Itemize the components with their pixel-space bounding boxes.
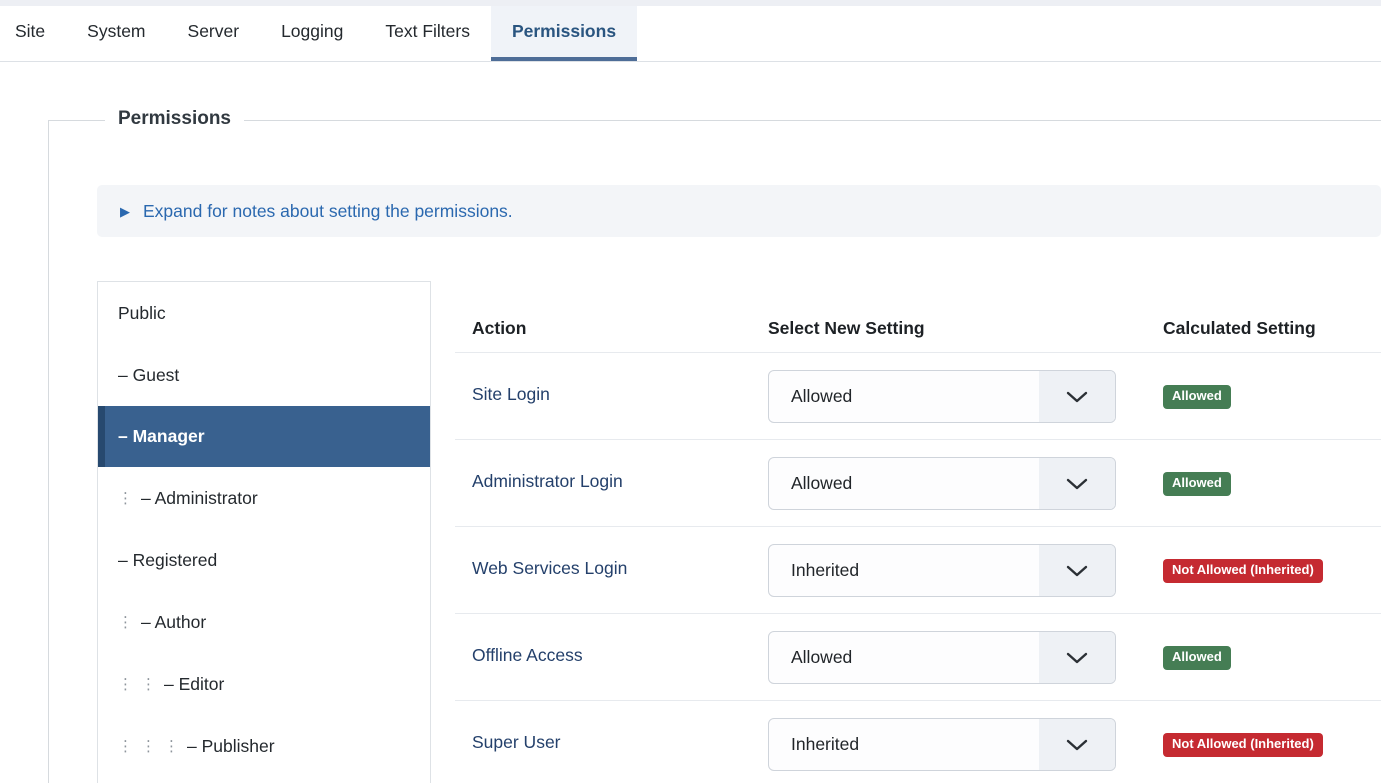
column-header-select-new-setting: Select New Setting: [768, 281, 1163, 352]
group-label: – Publisher: [187, 736, 275, 757]
tab-site[interactable]: Site: [0, 6, 66, 61]
chevron-down-icon: [1039, 719, 1115, 770]
group-label: – Guest: [118, 365, 179, 386]
chevron-down-icon: [1039, 458, 1115, 509]
group-item-administrator[interactable]: ⋮ – Administrator: [98, 467, 430, 529]
new-setting-select[interactable]: Allowed: [768, 457, 1116, 510]
tree-indent-icon: ⋮: [118, 739, 141, 754]
group-item-guest[interactable]: – Guest: [98, 344, 430, 406]
table-row: Offline Access Allowed Allowed: [455, 613, 1381, 700]
chevron-down-icon: [1039, 371, 1115, 422]
tree-indent-icon: ⋮: [164, 739, 187, 754]
group-label: – Registered: [118, 550, 217, 571]
column-header-action: Action: [472, 281, 768, 352]
tab-server[interactable]: Server: [167, 6, 261, 61]
table-row: Site Login Allowed Allowed: [455, 352, 1381, 439]
group-item-public[interactable]: Public: [98, 282, 430, 344]
table-row: Administrator Login Allowed Allowed: [455, 439, 1381, 526]
table-row: Web Services Login Inherited Not Allowed…: [455, 526, 1381, 613]
chevron-down-icon: [1039, 545, 1115, 596]
select-value: Inherited: [791, 560, 859, 581]
calculated-setting-badge: Allowed: [1163, 385, 1231, 409]
tree-indent-icon: ⋮: [118, 677, 141, 692]
group-label: – Manager: [118, 426, 205, 447]
new-setting-select[interactable]: Inherited: [768, 544, 1116, 597]
calculated-setting-badge: Allowed: [1163, 472, 1231, 496]
table-header-row: Action Select New Setting Calculated Set…: [455, 281, 1381, 352]
calculated-setting-badge: Not Allowed (Inherited): [1163, 733, 1323, 757]
tab-permissions[interactable]: Permissions: [491, 6, 637, 61]
action-label-offline-access[interactable]: Offline Access: [472, 645, 583, 665]
action-label-administrator-login[interactable]: Administrator Login: [472, 471, 623, 491]
group-item-registered[interactable]: – Registered: [98, 529, 430, 591]
group-label: Public: [118, 303, 166, 324]
action-label-super-user[interactable]: Super User: [472, 732, 561, 752]
column-header-calculated-setting: Calculated Setting: [1163, 281, 1381, 352]
group-item-manager[interactable]: – Manager: [98, 406, 430, 467]
permissions-table: Action Select New Setting Calculated Set…: [455, 281, 1381, 783]
config-tabbar: Site System Server Logging Text Filters …: [0, 6, 1381, 62]
calculated-setting-badge: Allowed: [1163, 646, 1231, 670]
table-row: Super User Inherited Not Allowed (Inheri…: [455, 700, 1381, 783]
tab-logging[interactable]: Logging: [260, 6, 364, 61]
expand-arrow-icon: ▶: [120, 205, 130, 218]
page-title: Permissions: [105, 105, 244, 133]
user-groups-list: Public – Guest – Manager ⋮ – Administrat…: [97, 281, 431, 783]
select-value: Inherited: [791, 734, 859, 755]
global-configuration-page: Site System Server Logging Text Filters …: [0, 0, 1381, 783]
select-value: Allowed: [791, 647, 852, 668]
chevron-down-icon: [1039, 632, 1115, 683]
action-label-site-login[interactable]: Site Login: [472, 384, 550, 404]
tree-indent-icon: ⋮: [118, 615, 141, 630]
notes-toggle-label: Expand for notes about setting the permi…: [143, 201, 513, 222]
new-setting-select[interactable]: Allowed: [768, 631, 1116, 684]
select-value: Allowed: [791, 473, 852, 494]
group-label: – Author: [141, 612, 206, 633]
tab-text-filters[interactable]: Text Filters: [364, 6, 491, 61]
group-label: – Editor: [164, 674, 224, 695]
group-label: – Administrator: [141, 488, 258, 509]
tab-system[interactable]: System: [66, 6, 166, 61]
group-item-publisher[interactable]: ⋮ ⋮ ⋮ – Publisher: [98, 715, 430, 777]
notes-accordion-toggle[interactable]: ▶ Expand for notes about setting the per…: [97, 185, 1381, 237]
calculated-setting-badge: Not Allowed (Inherited): [1163, 559, 1323, 583]
tree-indent-icon: ⋮: [118, 491, 141, 506]
tree-indent-icon: ⋮: [141, 677, 164, 692]
new-setting-select[interactable]: Allowed: [768, 370, 1116, 423]
group-item-author[interactable]: ⋮ – Author: [98, 591, 430, 653]
select-value: Allowed: [791, 386, 852, 407]
new-setting-select[interactable]: Inherited: [768, 718, 1116, 771]
action-label-web-services-login[interactable]: Web Services Login: [472, 558, 627, 578]
tree-indent-icon: ⋮: [141, 739, 164, 754]
group-item-editor[interactable]: ⋮ ⋮ – Editor: [98, 653, 430, 715]
